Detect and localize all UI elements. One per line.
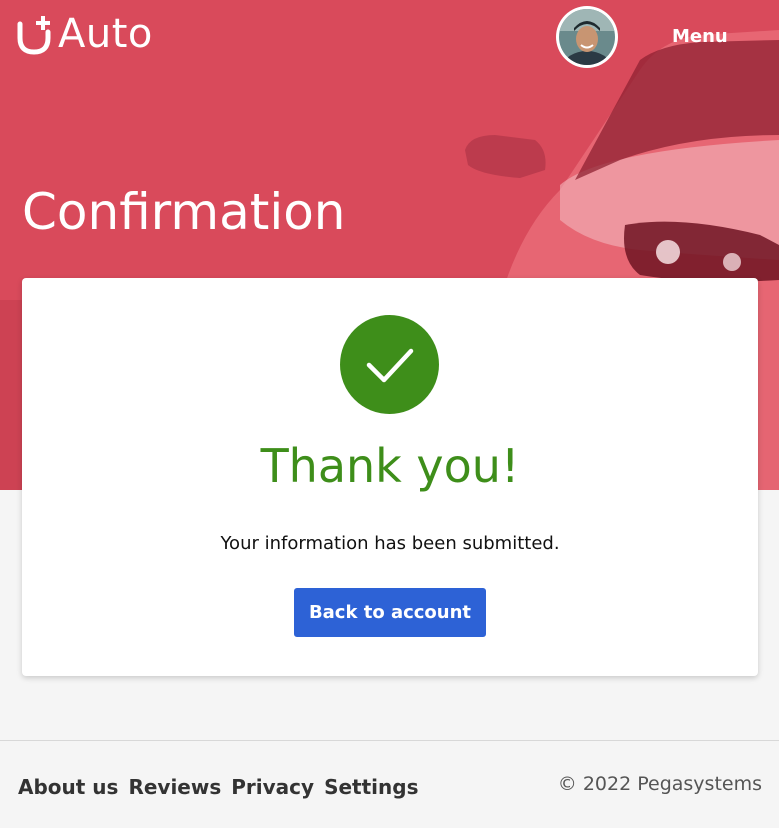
back-to-account-button[interactable]: Back to account — [294, 588, 486, 637]
footer-nav: About us Reviews Privacy Settings — [18, 775, 418, 799]
copyright-text: © 2022 Pegasystems — [557, 773, 762, 795]
logo-text: Auto — [58, 11, 153, 57]
checkmark-icon — [366, 348, 414, 383]
thank-you-heading: Thank you! — [260, 439, 520, 493]
avatar-icon — [559, 9, 615, 65]
user-avatar[interactable] — [556, 6, 618, 68]
page-title: Confirmation — [22, 183, 346, 241]
footer-divider — [0, 740, 779, 741]
footer-link-about-us[interactable]: About us — [18, 775, 118, 799]
footer-link-settings[interactable]: Settings — [324, 775, 418, 799]
u-plus-logo-icon — [17, 16, 51, 55]
menu-button[interactable]: Menu — [672, 26, 728, 47]
submission-message: Your information has been submitted. — [220, 533, 560, 554]
confirmation-card: Thank you! Your information has been sub… — [22, 278, 758, 676]
footer-link-privacy[interactable]: Privacy — [231, 775, 314, 799]
success-badge — [340, 315, 439, 414]
page: Auto Menu Confirmation Thank you! Your i… — [0, 0, 779, 828]
brand-logo[interactable]: Auto — [16, 12, 153, 56]
footer-link-reviews[interactable]: Reviews — [128, 775, 221, 799]
